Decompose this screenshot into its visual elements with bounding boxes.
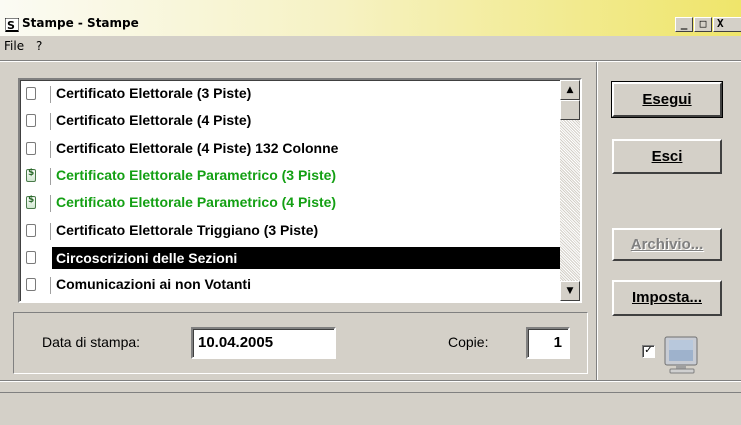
status-bar [0,392,741,425]
maximize-button[interactable]: □ [694,17,712,32]
window-title: Stampe - Stampe [22,16,139,30]
print-options-group: Data di stampa: 10.04.2005 Copie: 1 [13,312,588,374]
list-item-label: Certificato Elettorale (4 Piste) [56,112,252,129]
list-item[interactable]: Certificato Elettorale (3 Piste) [22,82,556,108]
parametric-document-icon [26,168,36,182]
list-item[interactable]: Certificato Elettorale Parametrico (3 Pi… [22,164,556,190]
row-separator [50,167,51,185]
list-scrollbar[interactable]: ▲ ▼ [560,80,580,301]
title-bar: S Stampe - Stampe _ □ X [0,0,741,36]
list-item[interactable]: Certificato Elettorale (4 Piste) [22,109,556,135]
app-icon: S [5,18,19,32]
document-icon [26,278,36,292]
exit-button[interactable]: Esci [612,139,722,174]
copies-label: Copie: [448,334,489,350]
row-separator [50,86,51,103]
list-item[interactable]: Circoscrizioni delle Sezioni [22,246,562,272]
run-button[interactable]: Esegui [611,81,723,118]
row-separator [50,113,51,131]
archive-button[interactable]: Archivio... [612,228,722,261]
list-item[interactable]: Certificato Elettorale (4 Piste) 132 Col… [22,137,556,163]
list-item[interactable]: Comunicazioni ai non Votanti [22,273,556,299]
scroll-thumb[interactable] [560,100,580,120]
list-item-label: Comunicazioni ai non Votanti [56,276,251,293]
document-icon [26,114,36,128]
document-icon [26,250,36,264]
list-item-label: Certificato Elettorale Parametrico (3 Pi… [56,166,337,183]
top-divider [0,60,741,62]
print-list[interactable]: Certificato Elettorale (3 Piste) Certific… [18,78,582,303]
scroll-up-button[interactable]: ▲ [560,80,580,100]
list-item-label: Certificato Elettorale (4 Piste) 132 Col… [56,139,339,156]
menu-help[interactable]: ? [36,39,42,53]
date-label: Data di stampa: [42,334,141,350]
list-item-label: Certificato Elettorale (3 Piste) [56,85,252,101]
parametric-document-icon [26,195,36,210]
menu-bar: File ? [0,36,741,56]
copies-input[interactable]: 1 [526,327,570,359]
close-button[interactable]: X [713,17,741,32]
scroll-down-button[interactable]: ▼ [560,281,580,301]
list-item-label: Certificato Elettorale Triggiano (3 Pist… [56,221,319,238]
row-separator [50,222,51,240]
preview-checkbox[interactable]: ✓ [642,345,655,358]
document-icon [26,223,36,237]
row-separator [50,140,51,158]
list-item[interactable]: Certificato Elettorale Triggiano (3 Pist… [22,219,556,245]
print-date-input[interactable]: 10.04.2005 [191,327,336,359]
bottom-divider [0,380,741,382]
list-item-label: Certificato Elettorale Parametrico (4 Pi… [56,194,337,211]
menu-file[interactable]: File [4,39,24,53]
document-icon [26,141,36,155]
vertical-divider [596,62,598,380]
minimize-button[interactable]: _ [675,17,693,32]
list-item-label: Circoscrizioni delle Sezioni [52,246,562,269]
document-icon [26,87,36,100]
monitor-icon [664,336,698,374]
row-separator [50,195,51,213]
setup-button[interactable]: Imposta... [612,280,722,316]
row-separator [50,277,51,295]
list-item[interactable]: Certificato Elettorale Parametrico (4 Pi… [22,191,556,217]
